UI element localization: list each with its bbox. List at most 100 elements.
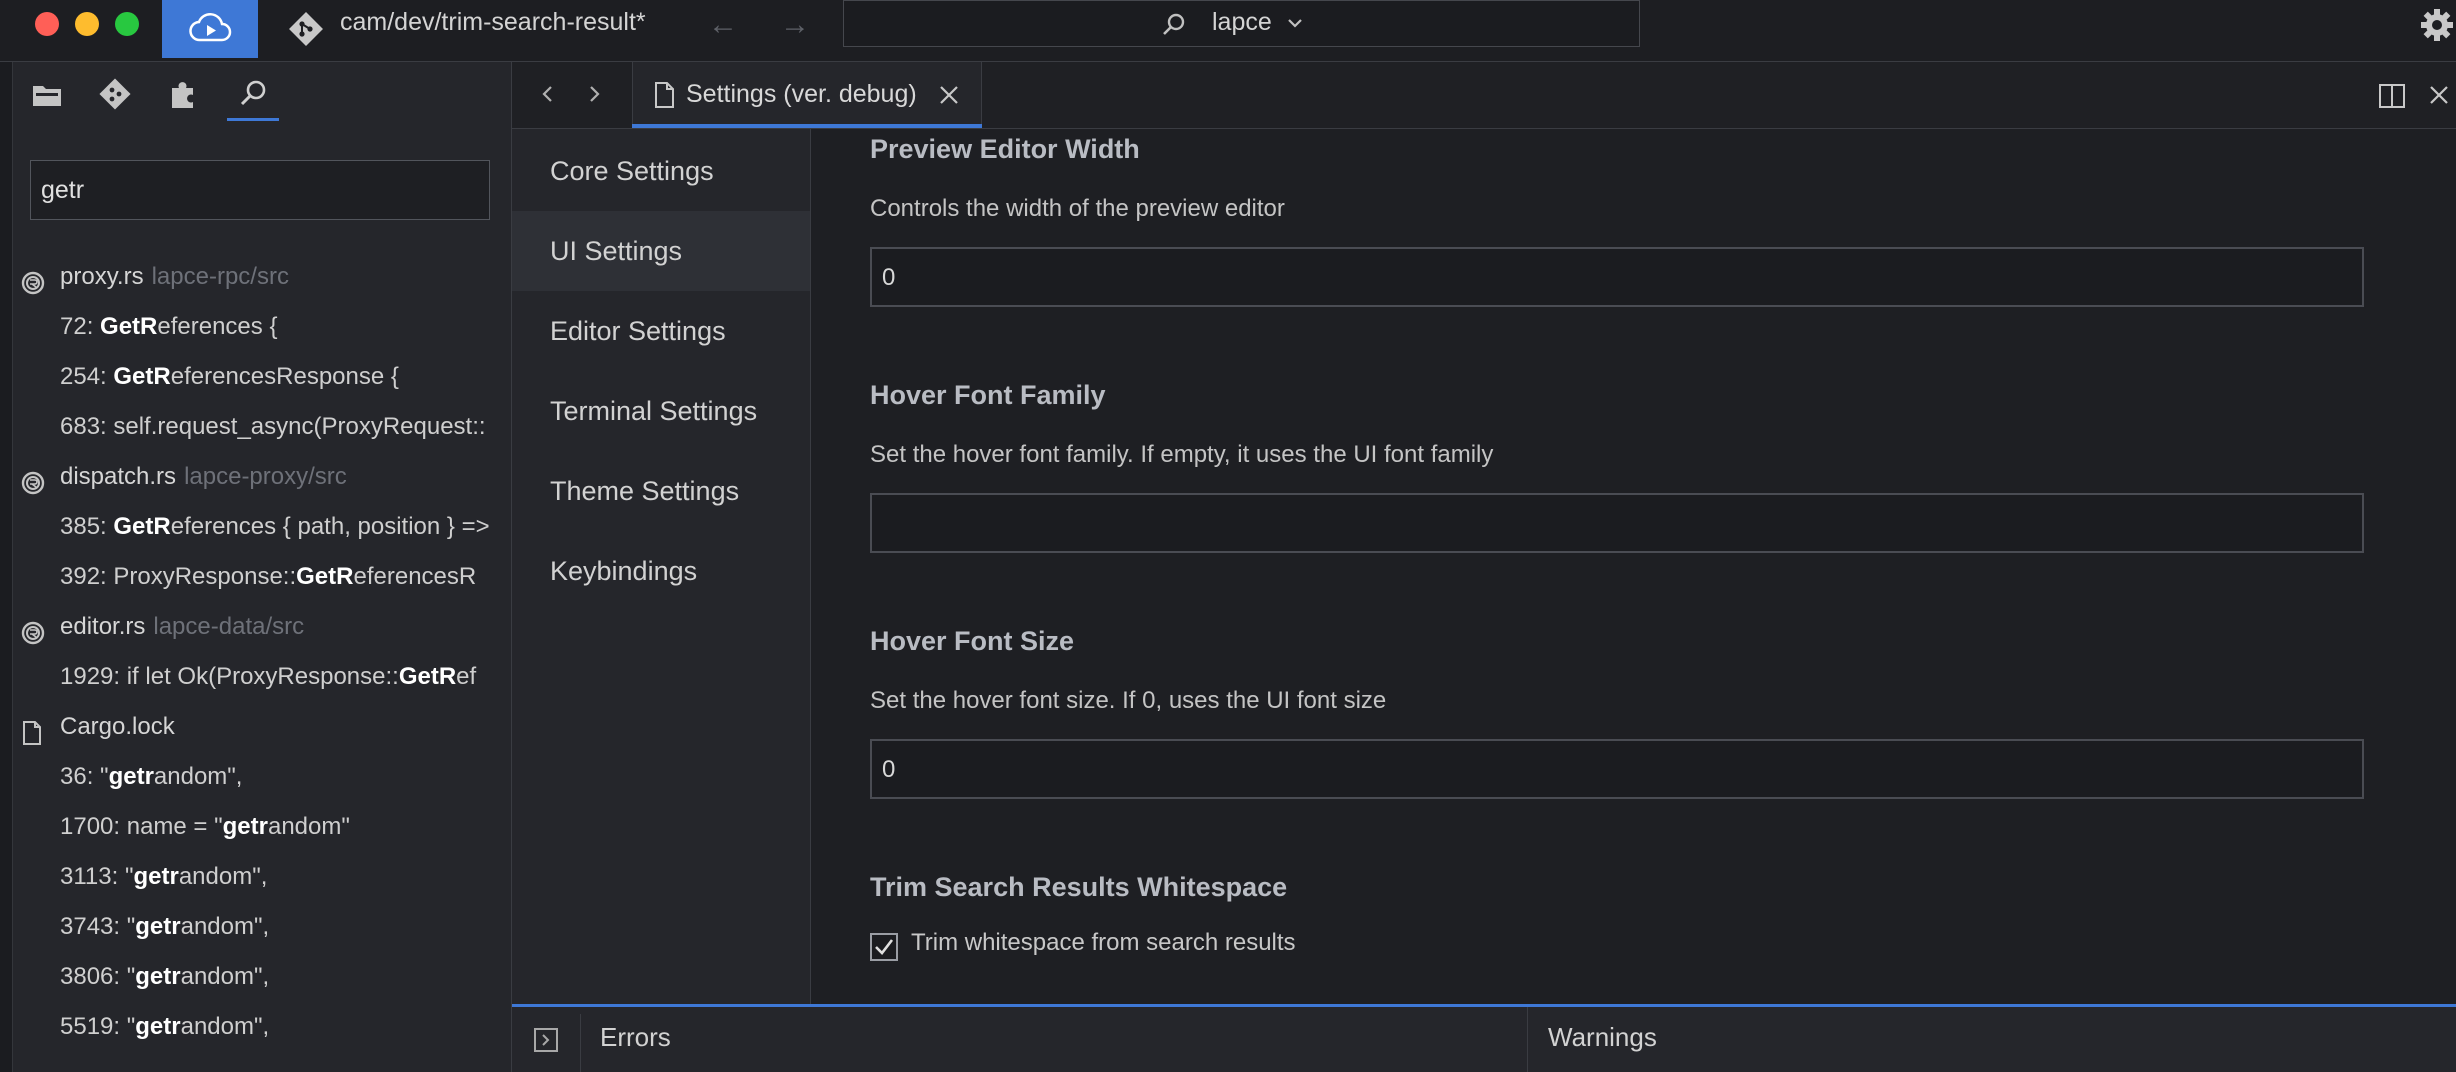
- hover-font-family-field[interactable]: [870, 493, 2364, 553]
- result-match-row[interactable]: 36: "getrandom",: [12, 752, 510, 802]
- match-prefix: 36: ": [60, 763, 109, 790]
- git-icon: [289, 12, 323, 46]
- nav-ui-settings[interactable]: UI Settings: [512, 211, 810, 291]
- result-match-row[interactable]: 3806: "getrandom",: [12, 952, 510, 1002]
- setting-title: Hover Font Family: [870, 380, 1106, 410]
- close-icon[interactable]: [2428, 84, 2450, 106]
- result-match-row[interactable]: 683: self.request_async(ProxyRequest::: [12, 402, 510, 452]
- file-name: editor.rs: [60, 613, 146, 640]
- match-prefix: 3113: ": [60, 863, 134, 890]
- match-text: 3113: "getrandom",: [60, 852, 267, 902]
- chevron-right-icon[interactable]: [582, 82, 606, 106]
- match-suffix: eferences {: [157, 313, 278, 340]
- result-match-row[interactable]: 3743: "getrandom",: [12, 902, 510, 952]
- close-icon[interactable]: [938, 84, 960, 106]
- trim-whitespace-label[interactable]: Trim whitespace from search results: [911, 929, 1296, 957]
- search-input[interactable]: [39, 173, 473, 207]
- match-prefix: 392: ProxyResponse::: [60, 563, 297, 590]
- match-text: 683: self.request_async(ProxyRequest::: [60, 402, 486, 452]
- window-close-button[interactable]: [35, 12, 59, 36]
- match-suffix: andom",: [153, 763, 243, 790]
- rust-icon: [20, 614, 46, 652]
- errors-section-title[interactable]: Errors: [600, 1022, 671, 1053]
- result-file-row[interactable]: proxy.rs lapce-rpc/src: [12, 252, 510, 302]
- match-prefix: 3806: ": [60, 963, 136, 990]
- setting-title: Preview Editor Width: [870, 134, 1140, 164]
- setting-title: Trim Search Results Whitespace: [870, 872, 1288, 902]
- result-match-row[interactable]: 392: ProxyResponse::GetReferencesR: [12, 552, 510, 602]
- match-prefix: 5519: ": [60, 1013, 136, 1040]
- result-file-name: proxy.rs lapce-rpc/src: [60, 252, 289, 302]
- result-file-row[interactable]: Cargo.lock: [12, 702, 510, 752]
- chevron-left-icon[interactable]: [536, 82, 560, 106]
- panel-toggle-icon: [534, 1028, 558, 1052]
- nav-editor-settings[interactable]: Editor Settings: [512, 291, 810, 371]
- result-match-row[interactable]: 72: GetReferences {: [12, 302, 510, 352]
- match-suffix: andom",: [180, 963, 270, 990]
- gear-icon[interactable]: [2418, 6, 2456, 44]
- hover-font-family-input[interactable]: [880, 505, 2354, 543]
- match-suffix: andom",: [180, 913, 270, 940]
- match-text: 5519: "getrandom",: [60, 1002, 269, 1052]
- warnings-section-title[interactable]: Warnings: [1548, 1022, 1657, 1053]
- result-match-row[interactable]: 1700: name = "getrandom": [12, 802, 510, 852]
- tab-label: Settings (ver. debug): [686, 80, 917, 108]
- match-highlight: getr: [135, 963, 181, 990]
- match-suffix: eferencesResponse {: [170, 363, 399, 390]
- trim-whitespace-checkbox[interactable]: [870, 933, 898, 961]
- setting-description: Set the hover font size. If 0, uses the …: [870, 687, 1387, 714]
- setting-description: Set the hover font family. If empty, it …: [870, 441, 1494, 468]
- nav-keybindings[interactable]: Keybindings: [512, 531, 810, 611]
- search-icon: [1163, 13, 1185, 35]
- nav-terminal-settings[interactable]: Terminal Settings: [512, 371, 810, 451]
- match-text: 72: GetReferences {: [60, 302, 277, 352]
- match-text: 3806: "getrandom",: [60, 952, 269, 1002]
- folder-icon[interactable]: [27, 74, 67, 114]
- result-match-row[interactable]: 385: GetReferences { path, position } =>: [12, 502, 510, 552]
- arrow-left-icon[interactable]: ←: [708, 8, 738, 42]
- split-editor-icon[interactable]: [2378, 82, 2406, 110]
- checkmark-icon: [875, 939, 894, 955]
- match-text: 254: GetReferencesResponse {: [60, 352, 399, 402]
- branch-name[interactable]: cam/dev/trim-search-result*: [340, 8, 646, 37]
- result-match-row[interactable]: 1929: if let Ok(ProxyResponse::GetRef: [12, 652, 510, 702]
- nav-theme-settings[interactable]: Theme Settings: [512, 451, 810, 531]
- divider: [1527, 1007, 1528, 1072]
- setting-title: Hover Font Size: [870, 626, 1075, 656]
- chevron-down-icon: [1288, 19, 1302, 28]
- match-suffix: andom",: [178, 863, 268, 890]
- match-text: 385: GetReferences { path, position } =>: [60, 502, 490, 552]
- hover-font-size-input[interactable]: [880, 751, 2354, 789]
- result-match-row[interactable]: 254: GetReferencesResponse {: [12, 352, 510, 402]
- file-path: lapce-data/src: [153, 613, 305, 640]
- match-highlight: GetR: [398, 663, 457, 690]
- remote-button[interactable]: [162, 0, 258, 58]
- extensions-icon[interactable]: [163, 74, 203, 114]
- result-match-row[interactable]: 3113: "getrandom",: [12, 852, 510, 902]
- source-control-icon[interactable]: [95, 74, 135, 114]
- preview-width-input[interactable]: [880, 259, 2354, 297]
- match-prefix: 1929: if let Ok(ProxyResponse::: [60, 663, 399, 690]
- search-icon[interactable]: [234, 74, 274, 114]
- search-box[interactable]: [30, 160, 490, 220]
- preview-width-field[interactable]: [870, 247, 2364, 307]
- active-tab-indicator: [227, 118, 279, 121]
- result-match-row[interactable]: 5519: "getrandom",: [12, 1002, 510, 1052]
- match-highlight: GetR: [296, 563, 354, 590]
- match-text: 392: ProxyResponse::GetReferencesR: [60, 552, 476, 602]
- match-prefix: 72:: [60, 313, 101, 340]
- match-highlight: getr: [222, 813, 268, 840]
- match-suffix: eferencesR: [353, 563, 477, 590]
- window-maximize-button[interactable]: [115, 12, 139, 36]
- arrow-right-icon[interactable]: →: [780, 8, 810, 42]
- nav-core-settings[interactable]: Core Settings: [512, 131, 810, 211]
- result-file-row[interactable]: dispatch.rs lapce-proxy/src: [12, 452, 510, 502]
- command-palette-button[interactable]: lapce: [843, 0, 1640, 47]
- panel-toggle-button[interactable]: [520, 1014, 581, 1072]
- bottom-panel: [512, 1004, 2456, 1072]
- hover-font-size-field[interactable]: [870, 739, 2364, 799]
- window-minimize-button[interactable]: [75, 12, 99, 36]
- file-name: proxy.rs: [60, 263, 144, 290]
- active-editor-tab-indicator: [632, 124, 982, 128]
- result-file-row[interactable]: editor.rs lapce-data/src: [12, 602, 510, 652]
